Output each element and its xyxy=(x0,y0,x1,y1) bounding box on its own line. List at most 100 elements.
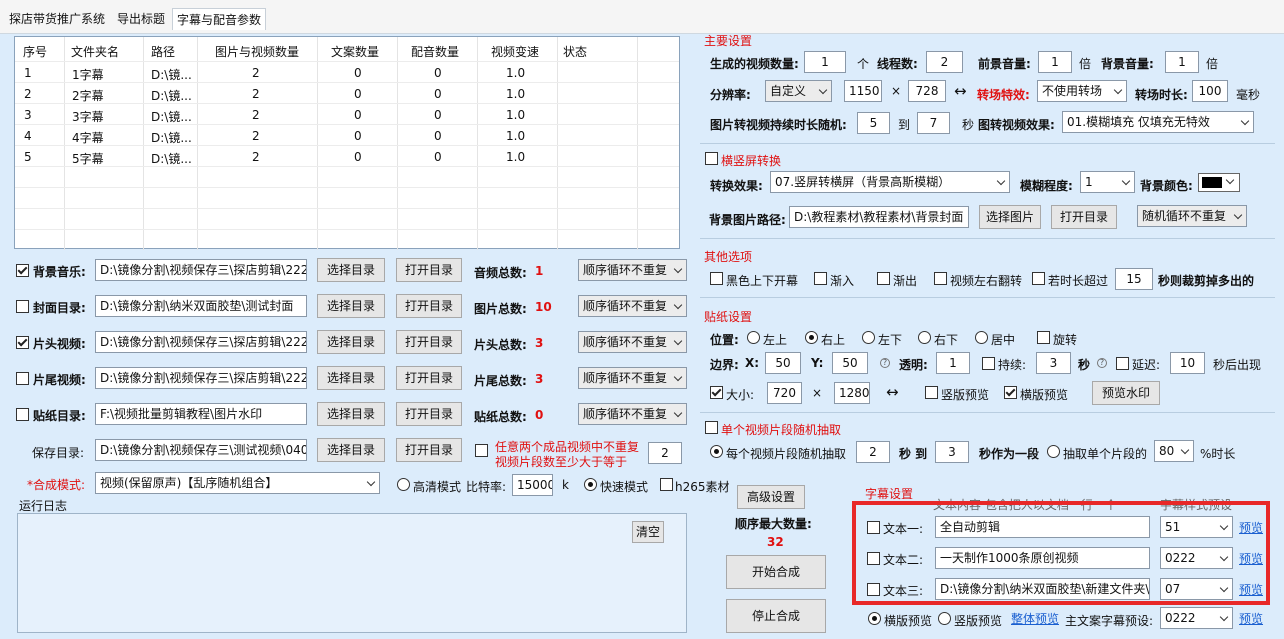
duration-input[interactable]: 3 xyxy=(1036,352,1071,374)
horizontal-preview-checkbox[interactable] xyxy=(1004,386,1017,399)
hv-effect-select[interactable]: 07.竖屏转横屏（背景高斯模糊） xyxy=(770,171,1010,193)
col-voice-count[interactable]: 配音数量 xyxy=(411,43,459,60)
col-status[interactable]: 状态 xyxy=(563,43,587,60)
h265-checkbox[interactable] xyxy=(660,478,673,491)
bg-path-input[interactable]: D:\教程素材\教程素材\背景封面 xyxy=(789,206,969,228)
bg-music-select-dir-button[interactable]: 选择目录 xyxy=(317,258,385,282)
trim-checkbox[interactable] xyxy=(1032,272,1045,285)
main-sub-preview-link[interactable]: 预览 xyxy=(1239,610,1263,627)
no-repeat-value[interactable]: 2 xyxy=(648,442,682,464)
sticker-width-input[interactable]: 720 xyxy=(767,382,802,404)
bitrate-input[interactable]: 15000 xyxy=(512,474,553,496)
bg-music-checkbox[interactable] xyxy=(16,264,29,277)
sticker-select-dir-button[interactable]: 选择目录 xyxy=(317,402,385,426)
start-compose-button[interactable]: 开始合成 xyxy=(726,555,826,589)
transition-select[interactable]: 不使用转场 xyxy=(1037,80,1127,102)
height-input[interactable]: 728 xyxy=(908,80,946,102)
sticker-path-input[interactable]: F:\视频批量剪辑教程\图片水印 xyxy=(95,403,307,425)
intro-select-dir-button[interactable]: 选择目录 xyxy=(317,330,385,354)
position-radio[interactable] xyxy=(862,331,875,344)
x-input[interactable]: 50 xyxy=(765,352,801,374)
tab-subtitle-params[interactable]: 字幕与配音参数 xyxy=(172,8,267,30)
col-index[interactable]: 序号 xyxy=(23,43,47,60)
clip-from-input[interactable]: 2 xyxy=(856,441,890,463)
table-row[interactable]: 4 4字幕 D:\镜... 2 0 0 1.0 xyxy=(15,127,679,147)
intro-mode-select[interactable]: 顺序循环不重复 xyxy=(578,331,687,353)
clip-to-input[interactable]: 3 xyxy=(935,441,969,463)
advanced-settings-button[interactable]: 高级设置 xyxy=(737,485,805,509)
hv-mode-select[interactable]: 随机循环不重复 xyxy=(1137,205,1247,227)
blur-select[interactable]: 1 xyxy=(1080,171,1135,193)
resolution-select[interactable]: 自定义 xyxy=(765,80,832,102)
col-folder[interactable]: 文件夹名 xyxy=(71,43,119,60)
clip-single-radio[interactable] xyxy=(1047,445,1060,458)
help-icon[interactable]: ? xyxy=(880,358,890,368)
table-row[interactable]: 3 3字幕 D:\镜... 2 0 0 1.0 xyxy=(15,106,679,126)
delay-input[interactable]: 10 xyxy=(1170,352,1205,374)
intro-path-input[interactable]: D:\镜像分割\视频保存三\探店剪辑\222 xyxy=(95,331,307,353)
y-input[interactable]: 50 xyxy=(832,352,868,374)
fade-out-checkbox[interactable] xyxy=(877,272,890,285)
swap-icon[interactable]: ↔ xyxy=(954,82,967,100)
hq-mode-radio[interactable] xyxy=(397,478,410,491)
outro-open-dir-button[interactable]: 打开目录 xyxy=(396,366,462,390)
save-open-button[interactable]: 打开目录 xyxy=(396,438,462,462)
img-effect-select[interactable]: 01.模糊填充 仅填充无特效 xyxy=(1062,111,1254,133)
outro-checkbox[interactable] xyxy=(16,372,29,385)
table-row[interactable]: 2 2字幕 D:\镜... 2 0 0 1.0 xyxy=(15,85,679,105)
col-path[interactable]: 路径 xyxy=(151,43,175,60)
bg-music-path-input[interactable]: D:\镜像分割\视频保存三\探店剪辑\222 xyxy=(95,259,307,281)
fg-volume-input[interactable]: 1 xyxy=(1038,51,1072,73)
table-row[interactable]: 5 5字幕 D:\镜... 2 0 0 1.0 xyxy=(15,148,679,168)
save-select-button[interactable]: 选择目录 xyxy=(317,438,385,462)
duration-checkbox[interactable] xyxy=(982,357,995,370)
clear-log-button[interactable]: 清空 xyxy=(632,521,664,543)
trim-seconds-input[interactable]: 15 xyxy=(1115,268,1153,290)
img-duration-to[interactable]: 7 xyxy=(917,112,950,134)
cover-path-input[interactable]: D:\镜像分割\纳米双面胶垫\测试封面 xyxy=(95,295,307,317)
folder-list[interactable]: 序号 文件夹名 路径 图片与视频数量 文案数量 配音数量 视频变速 状态 1 1字… xyxy=(14,36,680,250)
help-icon[interactable]: ? xyxy=(1097,358,1107,368)
col-copy-count[interactable]: 文案数量 xyxy=(331,43,379,60)
compose-mode-select[interactable]: 视频(保留原声)【乱序随机组合】 xyxy=(95,472,380,494)
position-radio[interactable] xyxy=(805,331,818,344)
hv-convert-checkbox[interactable] xyxy=(705,152,718,165)
cover-open-dir-button[interactable]: 打开目录 xyxy=(396,294,462,318)
width-input[interactable]: 1150 xyxy=(844,80,882,102)
position-radio[interactable] xyxy=(747,331,760,344)
flip-checkbox[interactable] xyxy=(934,272,947,285)
intro-checkbox[interactable] xyxy=(16,336,29,349)
table-row[interactable]: 1 1字幕 D:\镜... 2 0 0 1.0 xyxy=(15,64,679,84)
intro-open-dir-button[interactable]: 打开目录 xyxy=(396,330,462,354)
thread-input[interactable]: 2 xyxy=(926,51,963,73)
bg-music-mode-select[interactable]: 顺序循环不重复 xyxy=(578,259,687,281)
position-radio[interactable] xyxy=(918,331,931,344)
bg-volume-input[interactable]: 1 xyxy=(1165,51,1199,73)
rotate-checkbox[interactable] xyxy=(1037,331,1050,344)
pick-image-button[interactable]: 选择图片 xyxy=(979,205,1041,229)
cover-select-dir-button[interactable]: 选择目录 xyxy=(317,294,385,318)
size-checkbox[interactable] xyxy=(710,386,723,399)
fast-mode-radio[interactable] xyxy=(584,478,597,491)
sticker-height-input[interactable]: 1280 xyxy=(834,382,870,404)
main-sub-preset-select[interactable]: 0222 xyxy=(1160,607,1233,629)
whole-preview-link[interactable]: 整体预览 xyxy=(1011,610,1059,627)
vertical-preview-radio[interactable] xyxy=(938,612,951,625)
clip-each-radio[interactable] xyxy=(710,445,723,458)
hv-open-dir-button[interactable]: 打开目录 xyxy=(1051,205,1117,229)
tab-main[interactable]: 探店带货推广系统 xyxy=(9,10,105,27)
sticker-checkbox[interactable] xyxy=(16,408,29,421)
gen-count-input[interactable]: 1 xyxy=(804,51,846,73)
sticker-mode-select[interactable]: 顺序循环不重复 xyxy=(578,403,687,425)
transition-duration-input[interactable]: 100 xyxy=(1192,80,1228,102)
stop-compose-button[interactable]: 停止合成 xyxy=(726,599,826,633)
sticker-swap-icon[interactable]: ↔ xyxy=(886,383,899,401)
sticker-open-dir-button[interactable]: 打开目录 xyxy=(396,402,462,426)
position-radio[interactable] xyxy=(975,331,988,344)
outro-select-dir-button[interactable]: 选择目录 xyxy=(317,366,385,390)
clip-checkbox[interactable] xyxy=(705,421,718,434)
opacity-input[interactable]: 1 xyxy=(936,352,970,374)
outro-path-input[interactable]: D:\镜像分割\视频保存三\探店剪辑\222 xyxy=(95,367,307,389)
vertical-preview-checkbox[interactable] xyxy=(925,386,938,399)
clip-percent-select[interactable]: 80 xyxy=(1154,440,1194,462)
